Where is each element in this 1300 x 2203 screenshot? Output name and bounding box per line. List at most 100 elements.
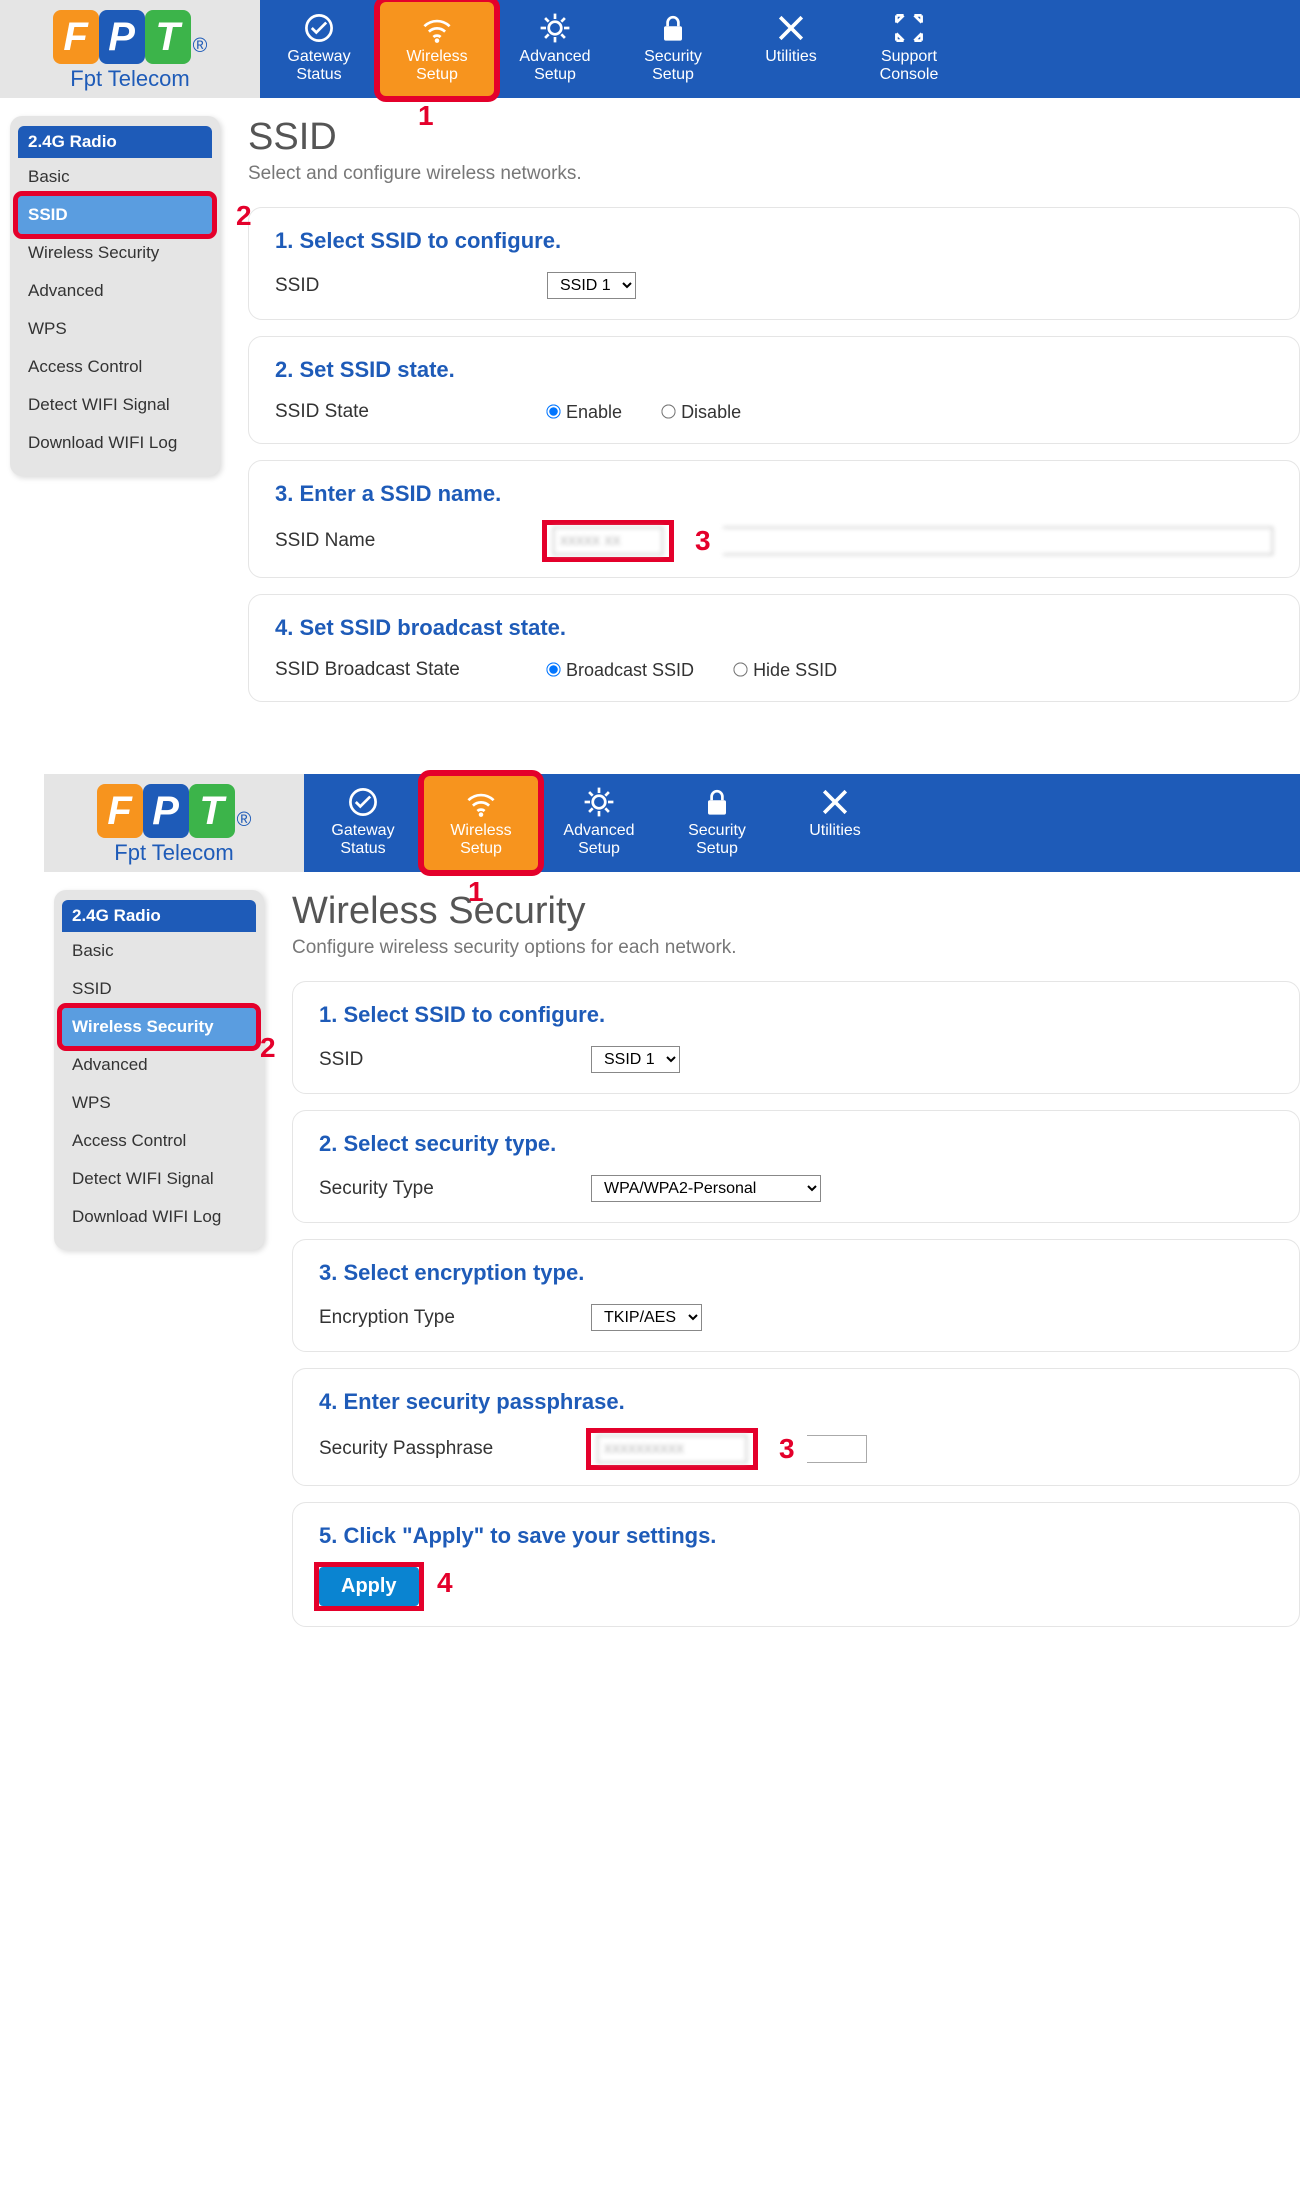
logo-f: F: [53, 10, 99, 64]
annotation-2: 2: [236, 200, 252, 232]
lock-icon: [653, 10, 693, 46]
annotation-2: 2: [260, 1032, 276, 1064]
annotation-1: 1: [418, 100, 434, 132]
panel-heading: 3. Select encryption type.: [319, 1260, 1273, 1286]
panel-apply: 5. Click "Apply" to save your settings. …: [292, 1502, 1300, 1627]
logo-subtitle: Fpt Telecom: [114, 840, 233, 866]
panel-security-type: 2. Select security type. Security Type W…: [292, 1110, 1300, 1223]
passphrase-input-ext[interactable]: [807, 1435, 867, 1463]
nav-wireless-setup[interactable]: Wireless Setup: [422, 774, 540, 872]
sidebar-item-basic[interactable]: Basic: [18, 158, 212, 196]
page-title: SSID: [248, 116, 1300, 159]
panel-heading: 5. Click "Apply" to save your settings.: [319, 1523, 1273, 1549]
ssidname-highlight: [547, 525, 669, 557]
panel-heading: 1. Select SSID to configure.: [319, 1002, 1273, 1028]
registered-icon: ®: [237, 809, 252, 832]
sidebar-item-detect-wifi[interactable]: Detect WIFI Signal: [62, 1160, 256, 1198]
page-subtitle: Select and configure wireless networks.: [248, 163, 1300, 185]
nav-wireless-setup[interactable]: Wireless Setup: [378, 0, 496, 98]
sidebar-header: 2.4G Radio: [18, 126, 212, 158]
apply-button[interactable]: Apply: [319, 1567, 419, 1606]
pass-label: Security Passphrase: [319, 1438, 579, 1460]
panel-select-ssid: 1. Select SSID to configure. SSID SSID 1: [292, 981, 1300, 1094]
panel-passphrase: 4. Enter security passphrase. Security P…: [292, 1368, 1300, 1486]
main-content: Wireless Security Configure wireless sec…: [292, 890, 1300, 1643]
nav-utilities[interactable]: Utilities: [776, 774, 894, 872]
broadcast-label: SSID Broadcast State: [275, 659, 535, 681]
sidebar-item-wireless-security[interactable]: Wireless Security: [18, 234, 212, 272]
logo-p: P: [143, 784, 189, 838]
ssid-name-input[interactable]: [553, 527, 663, 555]
panel-encryption: 3. Select encryption type. Encryption Ty…: [292, 1239, 1300, 1352]
nav-advanced-setup[interactable]: Advanced Setup: [540, 774, 658, 872]
sidebar-item-download-log[interactable]: Download WIFI Log: [18, 424, 212, 462]
sidebar-item-basic[interactable]: Basic: [62, 932, 256, 970]
panel-heading: 2. Select security type.: [319, 1131, 1273, 1157]
enc-label: Encryption Type: [319, 1307, 579, 1329]
sectype-label: Security Type: [319, 1178, 579, 1200]
logo: F P T ® Fpt Telecom: [44, 774, 304, 872]
nav-support-console[interactable]: Support Console: [850, 0, 968, 98]
registered-icon: ®: [193, 35, 208, 58]
sidebar-item-advanced[interactable]: Advanced: [18, 272, 212, 310]
panel-heading: 2. Set SSID state.: [275, 357, 1273, 383]
sidebar-item-ssid[interactable]: SSID: [18, 196, 212, 234]
state-label: SSID State: [275, 401, 535, 423]
radio-hide[interactable]: Hide SSID: [734, 660, 837, 681]
wifi-icon: [417, 10, 457, 46]
sidebar-item-download-log[interactable]: Download WIFI Log: [62, 1198, 256, 1236]
panel-broadcast: 4. Set SSID broadcast state. SSID Broadc…: [248, 594, 1300, 702]
check-circle-icon: [299, 10, 339, 46]
sidebar-item-wps[interactable]: WPS: [18, 310, 212, 348]
annotation-1: 1: [468, 876, 484, 908]
radio-broadcast-input[interactable]: [546, 662, 560, 676]
ssid-label: SSID: [275, 275, 535, 297]
ssid-name-input-ext[interactable]: [723, 527, 1273, 555]
header: F P T ® Fpt Telecom Gateway Status Wirel…: [0, 0, 1300, 98]
sidebar-item-advanced[interactable]: Advanced: [62, 1046, 256, 1084]
panel-select-ssid: 1. Select SSID to configure. SSID SSID 1: [248, 207, 1300, 320]
sidebar-item-wireless-security[interactable]: Wireless Security: [62, 1008, 256, 1046]
top-nav: Gateway Status Wireless Setup Advanced S…: [260, 0, 1300, 98]
sidebar-item-access-control[interactable]: Access Control: [62, 1122, 256, 1160]
radio-enable[interactable]: Enable: [547, 402, 622, 423]
ssidname-label: SSID Name: [275, 530, 535, 552]
sidebar-item-ssid[interactable]: SSID: [62, 970, 256, 1008]
panel-heading: 1. Select SSID to configure.: [275, 228, 1273, 254]
wifi-icon: [461, 784, 501, 820]
logo: F P T ® Fpt Telecom: [0, 0, 260, 98]
passphrase-input[interactable]: [597, 1435, 747, 1463]
sidebar-item-wps[interactable]: WPS: [62, 1084, 256, 1122]
nav-security-setup[interactable]: Security Setup: [658, 774, 776, 872]
encryption-select[interactable]: TKIP/AES: [591, 1304, 702, 1331]
sidebar: 2.4G Radio Basic SSID Wireless Security …: [10, 116, 220, 476]
nav-gateway-status[interactable]: Gateway Status: [260, 0, 378, 98]
sidebar-item-access-control[interactable]: Access Control: [18, 348, 212, 386]
ssid-select[interactable]: SSID 1: [547, 272, 636, 299]
radio-hide-input[interactable]: [733, 662, 747, 676]
logo-f: F: [97, 784, 143, 838]
nav-advanced-setup[interactable]: Advanced Setup: [496, 0, 614, 98]
nav-gateway-status[interactable]: Gateway Status: [304, 774, 422, 872]
radio-disable-input[interactable]: [661, 404, 675, 418]
panel-heading: 3. Enter a SSID name.: [275, 481, 1273, 507]
nav-utilities[interactable]: Utilities: [732, 0, 850, 98]
security-type-select[interactable]: WPA/WPA2-Personal: [591, 1175, 821, 1202]
panel-heading: 4. Set SSID broadcast state.: [275, 615, 1273, 641]
nav-security-setup[interactable]: Security Setup: [614, 0, 732, 98]
logo-p: P: [99, 10, 145, 64]
apply-highlight: Apply: [319, 1567, 419, 1606]
sidebar-header: 2.4G Radio: [62, 900, 256, 932]
logo-t: T: [189, 784, 235, 838]
ssid-label: SSID: [319, 1049, 579, 1071]
radio-broadcast[interactable]: Broadcast SSID: [547, 660, 694, 681]
annotation-3: 3: [779, 1433, 795, 1465]
top-nav: Gateway Status Wireless Setup Advanced S…: [304, 774, 1300, 872]
radio-enable-input[interactable]: [546, 404, 560, 418]
gear-icon: [579, 784, 619, 820]
ssid-select[interactable]: SSID 1: [591, 1046, 680, 1073]
sidebar-item-detect-wifi[interactable]: Detect WIFI Signal: [18, 386, 212, 424]
lock-icon: [697, 784, 737, 820]
radio-disable[interactable]: Disable: [662, 402, 741, 423]
page-title: Wireless Security: [292, 890, 1300, 933]
